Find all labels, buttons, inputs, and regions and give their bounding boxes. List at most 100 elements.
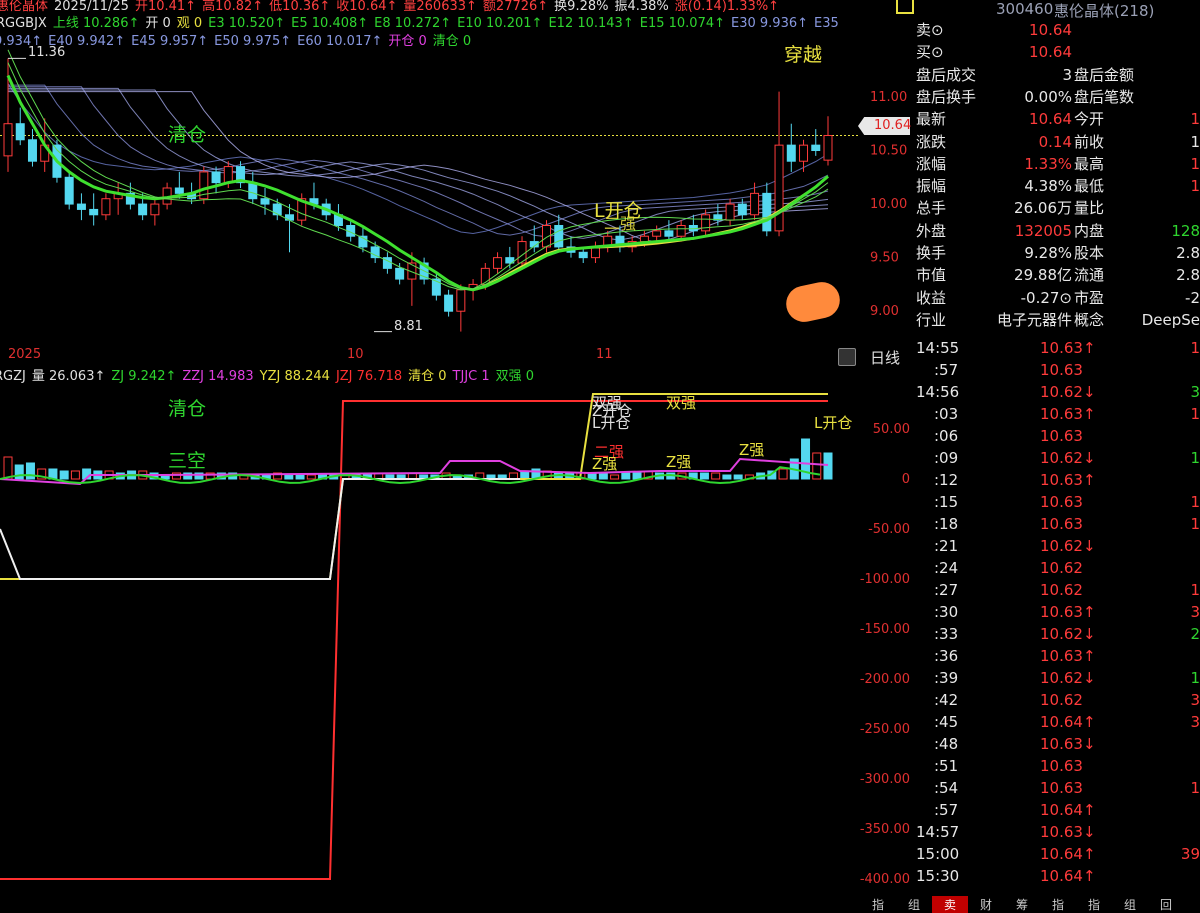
quote-row-label: 总手 xyxy=(916,199,947,218)
quote-row: 外盘 132005 内盘 128 xyxy=(916,220,1200,242)
tick-time: :57 xyxy=(934,801,959,819)
bottom-tab[interactable]: 指 xyxy=(1076,896,1112,913)
bottom-tab[interactable]: 组 xyxy=(896,896,932,913)
bottom-tab[interactable]: 回 xyxy=(1148,896,1184,913)
indicator-item-1: 上线 10.286↑ xyxy=(52,16,140,31)
tick-time: :51 xyxy=(934,757,959,775)
sub-y-tick-label: -250.00 xyxy=(860,722,910,737)
tick-price: 10.64↑ xyxy=(1040,845,1096,863)
main-price-chart[interactable]: 11.00 10.50 10.00 9.50 9.00 xyxy=(0,38,912,338)
candle-body xyxy=(774,144,784,232)
tick-time: 14:55 xyxy=(916,339,960,357)
tick-time: :57 xyxy=(934,361,959,379)
quote-row-label: 盘后换手 xyxy=(916,87,977,106)
candle-body xyxy=(456,289,466,312)
sub-indicator-chart[interactable]: 50.00 0 -50.00 -100.00 -150.00 -200.00 -250.00… xyxy=(0,384,912,894)
indicator-item-5: E5 10.408↑ xyxy=(291,16,369,31)
quote-row-label-2: 最低 xyxy=(1074,177,1105,196)
erqiang-label: 二强 xyxy=(604,214,637,233)
candle-body xyxy=(676,225,686,237)
tick-price: 10.64↑ xyxy=(1040,867,1096,885)
candle-body xyxy=(223,166,233,184)
sub-indicator-item-2: ZJ 9.242↑ xyxy=(111,369,177,384)
candle-body xyxy=(811,144,821,152)
tick-time: 14:56 xyxy=(916,383,960,401)
indicator-item-0: RGGBJX xyxy=(0,16,47,31)
tick-row: :06 10.63 xyxy=(916,425,1200,447)
volume-bar xyxy=(699,472,709,480)
daily-label[interactable]: 日线 xyxy=(870,347,900,368)
candle-body xyxy=(150,203,160,216)
candle-body xyxy=(15,123,25,141)
tick-volume: 3 xyxy=(1190,713,1200,731)
tick-price: 10.63↑ xyxy=(1040,339,1096,357)
tick-volume: 1 xyxy=(1190,779,1200,797)
header-item-9: 振4.38% xyxy=(614,0,669,14)
candle-body xyxy=(799,144,809,162)
quote-row-label-2: 盘后笔数 xyxy=(1074,87,1135,106)
bottom-tab[interactable]: 指 xyxy=(1040,896,1076,913)
tick-row: 14:56 10.62↓ 3 xyxy=(916,381,1200,403)
candle-body xyxy=(211,171,221,184)
tick-price: 10.63 xyxy=(1040,515,1083,533)
tick-row: 15:00 10.64↑ 39 xyxy=(916,843,1200,865)
quote-row-label-2: 最高 xyxy=(1074,154,1105,173)
bottom-tab[interactable]: 卖 xyxy=(932,896,968,913)
stock-code: 300460 xyxy=(996,0,1054,18)
quote-panel-icon[interactable] xyxy=(896,0,914,14)
volume-bar xyxy=(70,470,80,480)
candle-body xyxy=(786,144,796,162)
indicator-item-6: E8 10.272↑ xyxy=(374,16,452,31)
tick-row: :36 10.63↑ xyxy=(916,645,1200,667)
tick-time: :09 xyxy=(934,449,959,467)
sub-zqiang-label-2: Z强 xyxy=(666,453,692,471)
sub-zqiang-label-3: Z强 xyxy=(739,441,765,459)
quote-row-value-2: 1 xyxy=(1190,177,1200,196)
volume-bar xyxy=(610,474,620,480)
quote-row-value-2: DeepSe xyxy=(1141,310,1200,329)
y-tick-label: 10.00 xyxy=(870,197,907,212)
tick-time: :48 xyxy=(934,735,959,753)
tick-volume: 3 xyxy=(1190,603,1200,621)
tick-row: :21 10.62↓ xyxy=(916,535,1200,557)
daily-checkbox[interactable] xyxy=(838,348,856,366)
quote-row: 总手 26.06万 量比 xyxy=(916,197,1200,219)
quote-row-value-2: 2.8 xyxy=(1176,266,1200,285)
sub-y-tick-label: -50.00 xyxy=(868,522,910,537)
tick-price: 10.62↓ xyxy=(1040,449,1096,467)
tick-price: 10.63 xyxy=(1040,757,1083,775)
header-item-8: 换9.28% xyxy=(554,0,609,14)
tick-time: :45 xyxy=(934,713,959,731)
header-item-10: 涨(0.14)1.33%↑ xyxy=(674,0,780,14)
bottom-tab[interactable]: 指 xyxy=(860,896,896,913)
tick-price: 10.63 xyxy=(1040,361,1083,379)
sub-y-tick-label: 50.00 xyxy=(873,422,910,437)
bottom-tab-bar: 指组卖财筹指指组回 xyxy=(860,894,1200,913)
tick-row: 15:30 10.64↑ xyxy=(916,865,1200,887)
quote-row-value: 10.64 xyxy=(1029,21,1072,39)
tick-price: 10.62↓ xyxy=(1040,625,1096,643)
bottom-tab[interactable]: 组 xyxy=(1112,896,1148,913)
x-label-11: 11 xyxy=(596,347,613,362)
tick-price: 10.62 xyxy=(1040,691,1083,709)
tick-time: :39 xyxy=(934,669,959,687)
tick-time: 15:30 xyxy=(916,867,960,885)
tick-row: :30 10.63↑ 3 xyxy=(916,601,1200,623)
volume-bar xyxy=(621,472,631,480)
quote-row-value: 10.64 xyxy=(1029,43,1072,62)
header-item-6: 量260633↑ xyxy=(403,0,477,14)
bottom-tab[interactable]: 筹 xyxy=(1004,896,1040,913)
quote-panel: 300460 惠伦晶体(218) 卖⊙ 10.64 买⊙ 10.64 盘后成交 3 盘后金额… xyxy=(896,0,1200,907)
bottom-tab[interactable]: 财 xyxy=(968,896,1004,913)
candle-body xyxy=(272,203,282,216)
quote-row-label: 最新 xyxy=(916,110,947,129)
candle-body xyxy=(101,198,111,216)
quote-row-label-2: 盘后金额 xyxy=(1074,65,1135,84)
quote-row: 市值 29.88亿 流通 2.8 xyxy=(916,264,1200,286)
tick-row: :18 10.63 1 xyxy=(916,513,1200,535)
candle-body xyxy=(578,251,588,259)
header-line-2: RGGBJX 上线 10.286↑ 开 0 观 0 E3 10.520↑ E5 10.40… xyxy=(0,15,845,32)
candle-body xyxy=(3,123,13,157)
quote-row: 买⊙ 10.64 xyxy=(916,41,1200,63)
sub-indicator-item-1: 量 26.063↑ xyxy=(31,369,106,384)
